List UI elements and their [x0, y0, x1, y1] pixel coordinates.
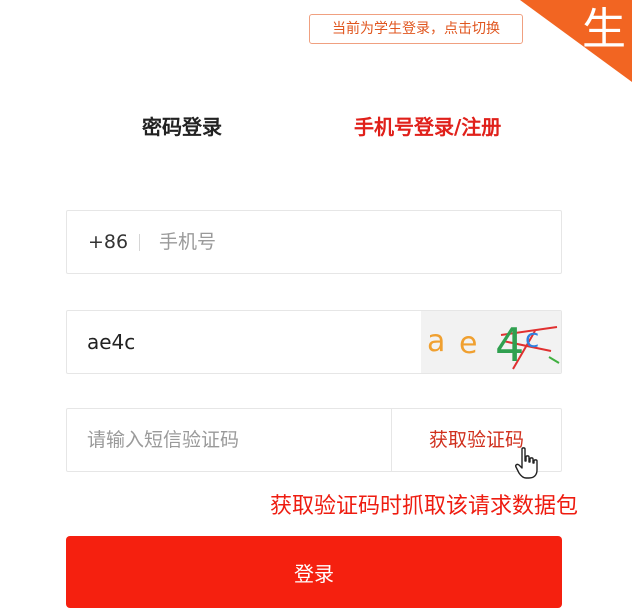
captcha-char: c: [525, 324, 539, 354]
phone-number-input[interactable]: [159, 211, 539, 273]
captcha-image[interactable]: a e 4 c: [421, 311, 561, 373]
captcha-input[interactable]: [87, 311, 407, 373]
captcha-char: a: [427, 324, 445, 359]
captcha-char: 4: [495, 318, 524, 372]
tab-password-login[interactable]: 密码登录: [142, 110, 222, 144]
role-corner-badge[interactable]: 生: [520, 0, 632, 82]
phone-row: +86: [66, 210, 562, 274]
login-button[interactable]: 登录: [66, 536, 562, 608]
captcha-row: a e 4 c: [66, 310, 562, 374]
sms-code-row: 获取验证码: [66, 408, 562, 472]
tab-phone-login-register[interactable]: 手机号登录/注册: [354, 110, 501, 144]
captcha-graphic: a e 4 c: [421, 311, 561, 373]
captcha-char: e: [459, 326, 477, 361]
annotation-note: 获取验证码时抓取该请求数据包: [270, 494, 579, 519]
badge-label: 生: [582, 4, 626, 55]
login-page: 当前为学生登录，点击切换 生 密码登录 手机号登录/注册 +86 a e 4 c: [0, 0, 632, 615]
country-code[interactable]: +86: [88, 211, 128, 273]
country-code-divider: [139, 234, 140, 251]
sms-code-input[interactable]: [87, 409, 387, 471]
hand-pointer-icon: [515, 447, 538, 479]
role-switch-notice[interactable]: 当前为学生登录，点击切换: [309, 14, 523, 44]
